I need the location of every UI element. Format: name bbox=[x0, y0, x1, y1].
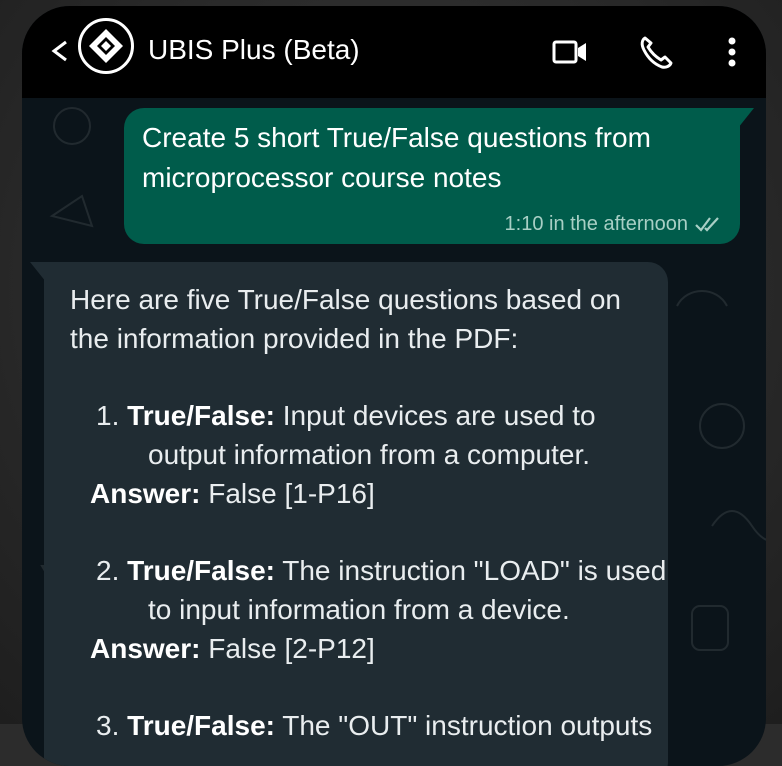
question-text: The instruction "LOAD" is used bbox=[274, 555, 667, 586]
question-item: 1. True/False: Input devices are used to… bbox=[70, 396, 668, 513]
message-time: 1:10 in the afternoon bbox=[504, 213, 688, 235]
video-call-icon[interactable] bbox=[550, 32, 590, 72]
answer-line: Answer: False [1-P16] bbox=[70, 474, 668, 513]
question-line: 2. True/False: The instruction "LOAD" is… bbox=[70, 551, 668, 590]
message-text-line: microprocessor course notes bbox=[142, 162, 502, 193]
question-text: The "OUT" instruction outputs bbox=[274, 710, 653, 741]
question-label: True/False: bbox=[127, 555, 275, 586]
voice-call-icon[interactable] bbox=[636, 32, 676, 72]
answer-label: Answer: bbox=[90, 633, 201, 664]
message-meta: 1:10 in the afternoon bbox=[505, 212, 722, 236]
more-options-icon[interactable] bbox=[712, 32, 752, 72]
question-number: 2. bbox=[96, 555, 120, 586]
message-text-line: Create 5 short True/False questions from bbox=[142, 122, 651, 153]
message-text-line: Here are five True/False questions based… bbox=[70, 284, 621, 315]
contact-name[interactable]: UBIS Plus (Beta) bbox=[148, 30, 360, 70]
question-line: output information from a computer. bbox=[70, 435, 668, 474]
outgoing-message[interactable]: Create 5 short True/False questions from… bbox=[124, 108, 740, 244]
question-text: output information from a computer. bbox=[148, 439, 590, 470]
question-line: 3. True/False: The "OUT" instruction out… bbox=[70, 706, 668, 745]
question-item: 2. True/False: The instruction "LOAD" is… bbox=[70, 551, 668, 668]
read-receipt-ticks-icon bbox=[695, 217, 719, 232]
question-line: to input information from a device. bbox=[70, 590, 668, 629]
question-label: True/False: bbox=[127, 400, 275, 431]
question-number: 1. bbox=[96, 400, 120, 431]
question-line: 1. True/False: Input devices are used to bbox=[70, 396, 668, 435]
answer-text: False [1-P16] bbox=[200, 478, 375, 509]
answer-label: Answer: bbox=[90, 478, 201, 509]
chat-screen: UBIS Plus (Beta) Create 5 short True/Fal… bbox=[22, 6, 766, 766]
question-item: 3. True/False: The "OUT" instruction out… bbox=[70, 706, 668, 745]
question-label: True/False: bbox=[127, 710, 275, 741]
question-text: to input information from a device. bbox=[148, 594, 570, 625]
incoming-message[interactable]: Here are five True/False questions based… bbox=[44, 262, 668, 766]
answer-text: False [2-P12] bbox=[200, 633, 375, 664]
ubis-logo-icon bbox=[89, 29, 123, 63]
question-number: 3. bbox=[96, 710, 120, 741]
question-text: Input devices are used to bbox=[274, 400, 596, 431]
avatar[interactable] bbox=[78, 18, 134, 74]
message-text-line: the information provided in the PDF: bbox=[70, 323, 519, 354]
chat-header: UBIS Plus (Beta) bbox=[22, 6, 766, 98]
back-arrow-icon[interactable] bbox=[44, 34, 78, 68]
outgoing-bubble-tail bbox=[738, 108, 754, 128]
answer-line: Answer: False [2-P12] bbox=[70, 629, 668, 668]
